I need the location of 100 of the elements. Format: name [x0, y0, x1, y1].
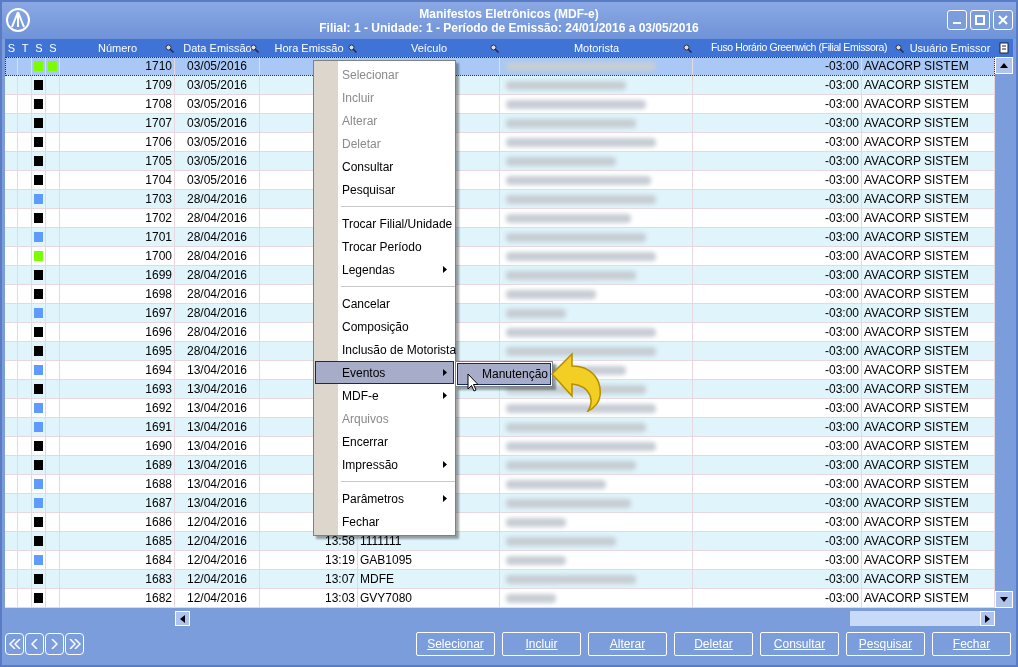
column-header[interactable]: Hora Emissão	[274, 39, 344, 57]
number-cell-text: 1694	[145, 362, 172, 379]
timezone-cell-text: -03:00	[824, 77, 859, 94]
date-cell-text: 13/04/2016	[186, 400, 248, 417]
timezone-cell-text: -03:00	[824, 533, 859, 550]
table-row[interactable]: 1684 12/04/2016 13:19 GAB1095 -03:00 AVACORP SISTEM	[5, 551, 995, 570]
timezone-cell-text: -03:00	[824, 495, 859, 512]
time-cell-text: 13:19	[324, 552, 355, 569]
search-icon[interactable]	[348, 44, 357, 53]
timezone-cell-text: -03:00	[824, 58, 859, 75]
column-header[interactable]: S	[35, 39, 43, 57]
number-cell-text: 1700	[145, 248, 172, 265]
number-cell-text: 1682	[145, 590, 172, 607]
date-cell-text: 28/04/2016	[186, 286, 248, 303]
timezone-cell-text: -03:00	[824, 571, 859, 588]
date-cell-text: 13/04/2016	[186, 362, 248, 379]
vertical-scrollbar[interactable]	[995, 57, 1013, 608]
menu-item[interactable]: Manutenção	[457, 363, 551, 385]
user-cell-text: AVACORP SISTEM	[864, 77, 969, 94]
columns-icon[interactable]	[999, 42, 1009, 54]
table-row[interactable]: 1682 12/04/2016 13:03 GVY7080 -03:00 AVACORP SISTEM	[5, 589, 995, 608]
search-icon[interactable]	[165, 44, 174, 53]
user-cell-text: AVACORP SISTEM	[864, 96, 969, 113]
first-record-button[interactable]	[5, 633, 24, 655]
number-cell-text: 1702	[145, 210, 172, 227]
previous-record-button[interactable]	[25, 633, 44, 655]
number-cell-text: 1690	[145, 438, 172, 455]
window-subtitle: Filial: 1 - Unidade: 1 - Período de Emissão: 24/01/2016 a 03/05/2016	[319, 20, 699, 35]
date-cell-text: 12/04/2016	[186, 533, 248, 550]
date-cell-text: 28/04/2016	[186, 343, 248, 360]
number-cell-text: 1683	[145, 571, 172, 588]
timezone-cell-text: -03:00	[824, 419, 859, 436]
scroll-right-button[interactable]	[980, 611, 995, 626]
timezone-cell-text: -03:00	[824, 134, 859, 151]
date-cell-text: 28/04/2016	[186, 229, 248, 246]
timezone-cell-text: -03:00	[824, 96, 859, 113]
timezone-cell-text: -03:00	[824, 476, 859, 493]
vehicle-cell-text: GAB1095	[360, 552, 413, 569]
number-cell-text: 1709	[145, 77, 172, 94]
time-cell-text: 13:07	[324, 571, 355, 588]
maximize-button[interactable]	[970, 10, 990, 30]
search-icon[interactable]	[683, 44, 692, 53]
close-button[interactable]	[993, 10, 1013, 30]
scroll-left-button[interactable]	[175, 611, 190, 626]
column-header[interactable]: Fuso Horário Greenwich (Filial Emissora)	[711, 40, 887, 56]
date-cell-text: 12/04/2016	[186, 571, 248, 588]
horizontal-scrollbar[interactable]	[175, 611, 995, 626]
table-row[interactable]: 1685 12/04/2016 13:58 1111111 -03:00 AVACORP SISTEM	[5, 532, 995, 551]
timezone-cell-text: -03:00	[824, 267, 859, 284]
timezone-cell-text: -03:00	[824, 438, 859, 455]
column-header[interactable]: Número	[97, 39, 138, 57]
timezone-cell-text: -03:00	[824, 248, 859, 265]
logo-icon	[5, 7, 31, 33]
menu-item[interactable]: Eventos	[315, 361, 454, 384]
last-record-button[interactable]	[65, 633, 84, 655]
search-icon[interactable]	[490, 44, 499, 53]
timezone-cell-text: -03:00	[824, 381, 859, 398]
column-header[interactable]: T	[21, 39, 29, 57]
column-header[interactable]: Data Emissão	[183, 39, 252, 57]
column-header[interactable]: Motorista	[573, 39, 620, 57]
user-cell-text: AVACORP SISTEM	[864, 343, 969, 360]
column-header[interactable]: S	[7, 39, 16, 57]
number-cell-text: 1698	[145, 286, 172, 303]
user-cell-text: AVACORP SISTEM	[864, 362, 969, 379]
search-icon[interactable]	[250, 44, 259, 53]
column-header[interactable]: Veículo	[410, 39, 448, 57]
down-arrow-icon	[1000, 597, 1008, 602]
scroll-up-button[interactable]	[995, 57, 1013, 74]
date-cell-text: 13/04/2016	[186, 381, 248, 398]
search-icon[interactable]	[895, 44, 904, 53]
timezone-cell-text: -03:00	[824, 115, 859, 132]
date-cell-text: 28/04/2016	[186, 210, 248, 227]
scroll-thumb[interactable]	[850, 611, 980, 626]
timezone-cell-text: -03:00	[824, 514, 859, 531]
table-row[interactable]: 1683 12/04/2016 13:07 MDFE -03:00 AVACORP SISTEM	[5, 570, 995, 589]
date-cell-text: 13/04/2016	[186, 438, 248, 455]
number-cell-text: 1688	[145, 476, 172, 493]
user-cell-text: AVACORP SISTEM	[864, 438, 969, 455]
timezone-cell-text: -03:00	[824, 324, 859, 341]
user-cell-text: AVACORP SISTEM	[864, 153, 969, 170]
vehicle-cell-text: MDFE	[360, 571, 394, 588]
number-cell-text: 1707	[145, 115, 172, 132]
user-cell-text: AVACORP SISTEM	[864, 400, 969, 417]
column-header[interactable]: Usuário Emissor	[909, 39, 991, 57]
vehicle-cell-text: 1111111	[360, 533, 402, 550]
menu-item[interactable]: Impressão	[315, 453, 454, 476]
minimize-button[interactable]	[947, 10, 967, 30]
user-cell-text: AVACORP SISTEM	[864, 134, 969, 151]
date-cell-text: 28/04/2016	[186, 305, 248, 322]
number-cell-text: 1706	[145, 134, 172, 151]
number-cell-text: 1708	[145, 96, 172, 113]
scroll-down-button[interactable]	[995, 591, 1013, 608]
menu-item[interactable]: Fechar	[315, 510, 454, 533]
next-record-button[interactable]	[45, 633, 64, 655]
blurred-text	[506, 517, 566, 527]
date-cell-text: 12/04/2016	[186, 590, 248, 607]
next-icon	[51, 639, 58, 649]
column-header[interactable]: S	[49, 39, 57, 57]
user-cell-text: AVACORP SISTEM	[864, 514, 969, 531]
number-cell-text: 1705	[145, 153, 172, 170]
